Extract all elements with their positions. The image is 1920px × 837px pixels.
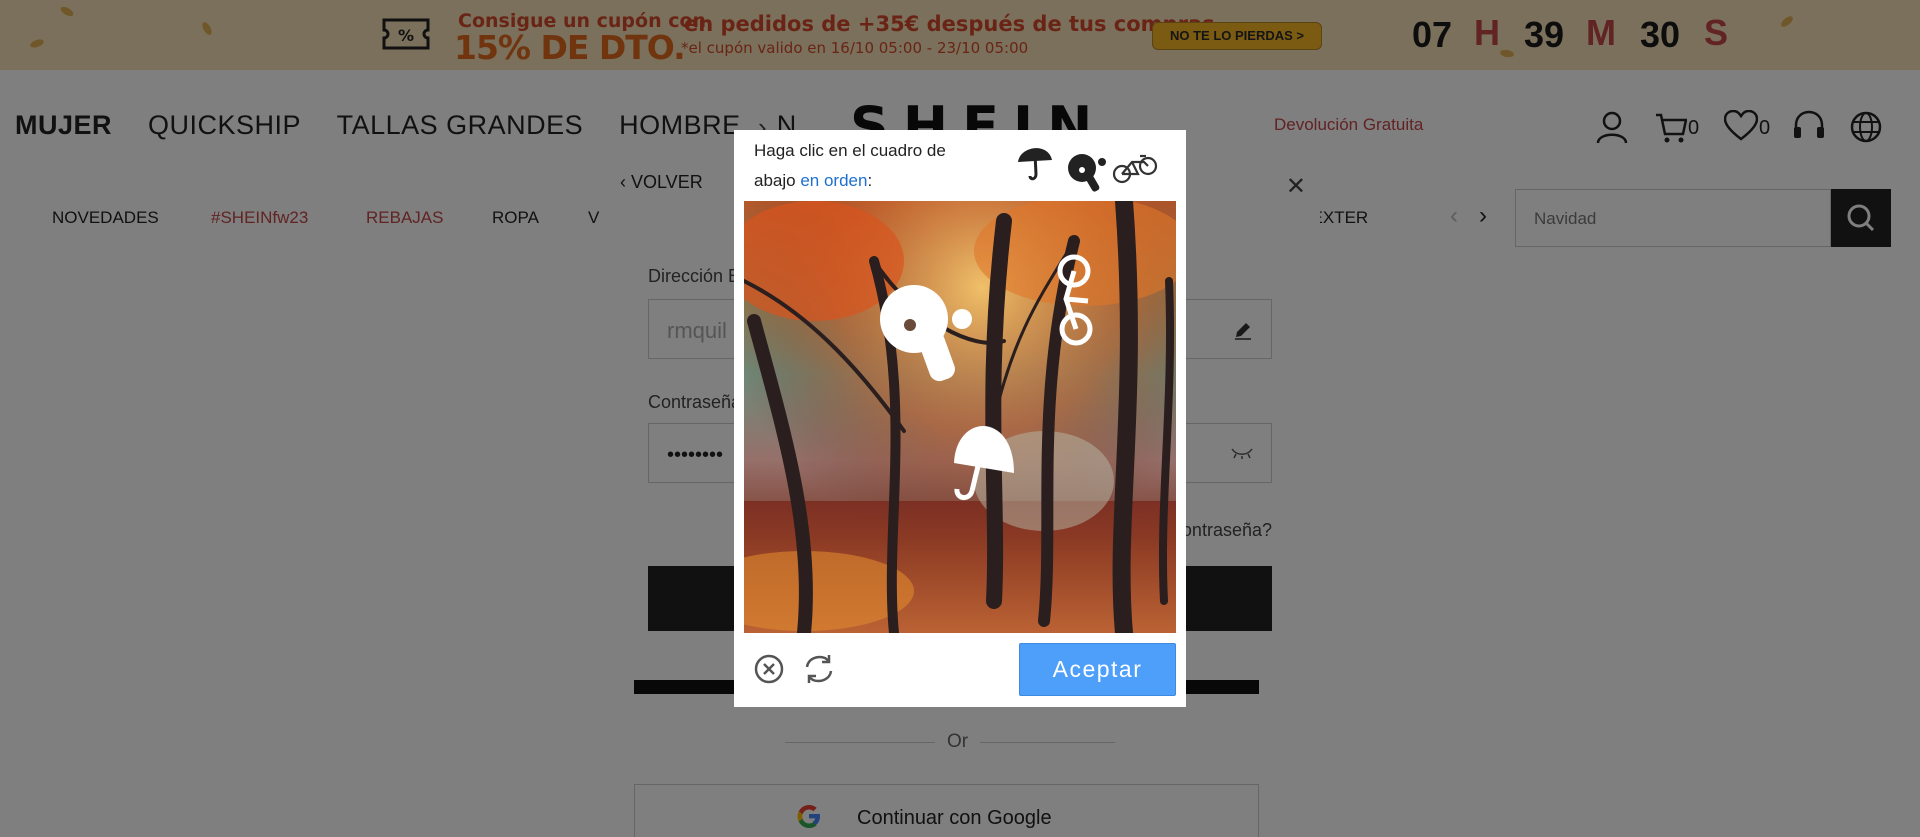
ping-pong-paddle-icon <box>1068 154 1106 192</box>
captcha-refresh-icon[interactable] <box>802 652 836 686</box>
captcha-image[interactable] <box>744 201 1176 633</box>
captcha-prompt: Haga clic en el cuadro de abajo en orden… <box>754 136 974 196</box>
captcha-dialog: Haga clic en el cuadro de abajo en orden… <box>734 130 1186 707</box>
autumn-forest-painting <box>744 201 1176 633</box>
captcha-order-link: en orden <box>800 171 868 190</box>
captcha-prompt-text: Haga clic en el cuadro de <box>754 141 946 160</box>
captcha-target-icons <box>1018 148 1158 192</box>
captcha-close-icon[interactable] <box>754 654 784 684</box>
captcha-prompt-colon: : <box>867 171 873 190</box>
umbrella-icon <box>1018 148 1052 181</box>
captcha-prompt-text-2: abajo <box>754 171 796 190</box>
bicycle-icon <box>1112 154 1158 184</box>
captcha-accept-button[interactable]: Aceptar <box>1019 643 1176 696</box>
